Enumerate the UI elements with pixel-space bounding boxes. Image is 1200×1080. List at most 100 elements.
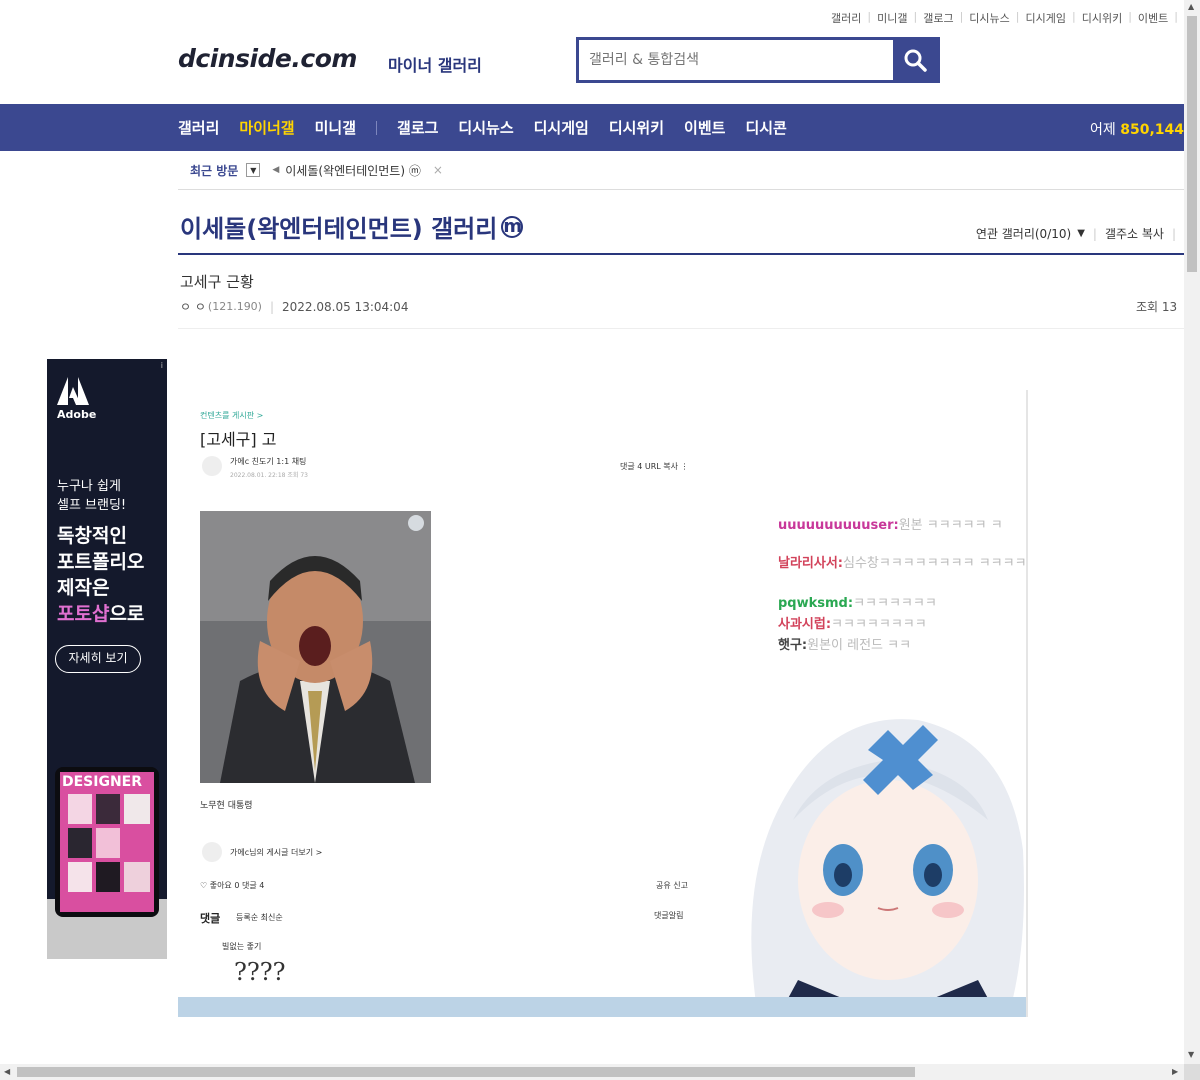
post-author[interactable]: ㅇ ㅇ — [180, 298, 206, 315]
ad-tagline-1: 누구나 쉽게 — [57, 479, 121, 494]
chat-message: ㅋㅋㅋㅋㅋㅋㅋㅋ — [831, 617, 927, 632]
util-link-news[interactable]: 디시뉴스 — [963, 10, 1015, 26]
post-date: 2022.08.05 13:04:04 — [282, 299, 409, 314]
vertical-scroll-thumb[interactable] — [1187, 16, 1197, 272]
recent-gallery-link[interactable]: 이세돌(왁엔터테인먼트) ⓜ — [285, 162, 421, 179]
site-subtitle[interactable]: 마이너 갤러리 — [388, 52, 482, 76]
avatar — [202, 456, 222, 476]
post-meta: ㅇ ㅇ (121.190) | 2022.08.05 13:04:04 — [180, 298, 408, 315]
utility-links: 갤러리 | 미니갤 | 갤로그 | 디시뉴스 | 디시게임 | 디시위키 | 이벤트 | — [825, 10, 1178, 26]
post-header-divider — [178, 328, 1184, 329]
chat-message: ㅋㅋㅋㅋㅋㅋㅋ — [853, 596, 937, 611]
nav-item-mini-gallery[interactable]: 미니갤 — [315, 117, 356, 138]
ad-headline-rest: 으로 — [109, 603, 145, 625]
util-link-wiki[interactable]: 디시위키 — [1076, 10, 1128, 26]
gallery-title[interactable]: 이세돌(왁엔터테인먼트) 갤러리 m — [180, 209, 524, 244]
util-divider: | — [1174, 10, 1178, 23]
yesterday-count: 850,144 — [1120, 122, 1184, 138]
nav-item-dccon[interactable]: 디시콘 — [745, 117, 786, 138]
post-image[interactable]: 컨텐츠를 게시판 > [고세구] 고 가에c 친도기 1:1 채팅 2022.0… — [178, 390, 1028, 1017]
chat-name: 사과시럽: — [778, 617, 832, 632]
nav-divider — [376, 120, 378, 135]
recent-visits-bar: 최근 방문 ▼ ◀ 이세돌(왁엔터테인먼트) ⓜ × — [178, 151, 1184, 190]
ad-headline-3: 제작은 — [57, 577, 110, 599]
prev-arrow-icon[interactable]: ◀ — [272, 165, 279, 175]
ad-tagline-2: 셀프 브랜딩! — [57, 498, 127, 513]
gallery-title-text: 이세돌(왁엔터테인먼트) 갤러리 — [180, 215, 498, 243]
nav-item-minor-gallery[interactable]: 마이너갤 — [239, 117, 294, 138]
ad-details-button[interactable]: 자세히 보기 — [55, 645, 141, 673]
ad-headline-accent: 포토샵 — [57, 603, 110, 625]
man-shouting-image — [200, 511, 431, 783]
embedded-edge — [1026, 390, 1028, 1017]
embedded-comment-count: 댓글 4 URL 복사 ⋮ — [620, 462, 689, 471]
post-views: 조회 13 — [1136, 300, 1178, 314]
main-nav: 갤러리 마이너갤 미니갤 갤로그 디시뉴스 디시게임 디시위키 이벤트 디시콘 … — [0, 104, 1184, 151]
util-link-event[interactable]: 이벤트 — [1132, 10, 1174, 26]
side-advertisement[interactable]: i Adobe 누구나 쉽게 셀프 브랜딩! 독창적인 포트폴리오 제작은 포토… — [47, 359, 167, 959]
search-box — [576, 37, 940, 83]
chevron-down-icon[interactable]: ▼ — [1077, 228, 1085, 239]
embedded-likes: ♡ 좋아요 0 댓글 4 — [200, 881, 265, 890]
nav-item-gallog[interactable]: 갤로그 — [397, 117, 438, 138]
gallery-tools: 연관 갤러리(0/10) ▼ | 갤주소 복사 | — [976, 225, 1184, 242]
util-link-gallery[interactable]: 갤러리 — [825, 10, 867, 26]
scroll-up-icon[interactable]: ▲ — [1188, 2, 1194, 11]
copy-address-button[interactable]: 갤주소 복사 — [1105, 225, 1164, 242]
scroll-left-icon[interactable]: ◀ — [4, 1067, 10, 1076]
horizontal-scroll-thumb[interactable] — [17, 1067, 915, 1077]
recent-dropdown-icon[interactable]: ▼ — [246, 163, 261, 177]
ad-tagline: 누구나 쉽게 셀프 브랜딩! — [57, 477, 126, 515]
embedded-more-posts: 가에c님의 게시글 더보기 > — [230, 848, 323, 857]
util-link-gallog[interactable]: 갤로그 — [917, 10, 959, 26]
related-gallery-button[interactable]: 연관 갤러리(0/10) — [976, 225, 1071, 242]
scrollbar-corner — [1184, 1064, 1200, 1080]
nav-item-gallery[interactable]: 갤러리 — [178, 117, 219, 138]
tool-divider: | — [1171, 226, 1176, 241]
embedded-taskbar — [178, 997, 1028, 1017]
post-title: 고세구 근황 — [180, 273, 254, 291]
chat-name: 햇구: — [778, 638, 808, 653]
yesterday-visitors: 어제 850,144 — [1090, 119, 1184, 139]
chat-line: pqwksmd:ㅋㅋㅋㅋㅋㅋㅋ — [778, 592, 937, 611]
horizontal-scrollbar[interactable]: ◀ ▶ — [0, 1064, 1184, 1080]
avatar — [202, 842, 222, 862]
nav-item-event[interactable]: 이벤트 — [684, 117, 725, 138]
close-icon[interactable]: × — [433, 163, 443, 177]
scroll-down-icon[interactable]: ▼ — [1188, 1050, 1194, 1059]
chat-line: 날라리사서:심수창ㅋㅋㅋㅋㅋㅋㅋㅋ ㅋㅋㅋㅋㅋㅋㅋ — [778, 552, 1028, 571]
embedded-reply-toggle: 댓글알림 — [654, 911, 684, 920]
util-link-mini[interactable]: 미니갤 — [871, 10, 913, 26]
minor-gallery-icon: m — [501, 216, 524, 238]
embedded-reply-header: 댓글 — [200, 912, 221, 925]
yesterday-label: 어제 — [1090, 122, 1116, 138]
ad-brand: Adobe — [57, 408, 97, 421]
tool-divider: | — [1092, 226, 1097, 241]
nav-item-game[interactable]: 디시게임 — [534, 117, 589, 138]
ad-info-icon[interactable]: i — [161, 361, 163, 370]
embedded-reply-content: ???? — [234, 958, 286, 986]
chat-message: 원본이 레전드 ㅋㅋ — [807, 638, 912, 653]
ad-headline-2: 포트폴리오 — [57, 551, 145, 573]
nav-item-news[interactable]: 디시뉴스 — [458, 117, 513, 138]
chat-line: 사과시럽:ㅋㅋㅋㅋㅋㅋㅋㅋ — [778, 613, 927, 632]
util-link-game[interactable]: 디시게임 — [1020, 10, 1072, 26]
chat-name: uuuuuuuuuuser: — [778, 518, 899, 533]
adobe-logo-icon — [57, 377, 89, 405]
embedded-reply-options: 등록순 최신순 — [236, 913, 283, 922]
chat-message: 심수창ㅋㅋㅋㅋㅋㅋㅋㅋ ㅋㅋㅋㅋㅋㅋㅋ — [843, 556, 1028, 571]
embedded-photo — [200, 511, 431, 783]
search-button[interactable] — [893, 40, 937, 80]
ad-headline-4: 포토샵으로 — [57, 601, 144, 627]
ad-collage-image — [68, 794, 150, 892]
vertical-scrollbar[interactable]: ▲ ▼ — [1184, 0, 1200, 1064]
embedded-reply-nick: 빌없는 좋기 — [222, 942, 262, 951]
site-logo[interactable]: dcinside.com — [178, 44, 357, 73]
chat-line: 햇구:원본이 레전드 ㅋㅋ — [778, 634, 911, 653]
scroll-right-icon[interactable]: ▶ — [1172, 1067, 1178, 1076]
search-input[interactable] — [579, 40, 893, 80]
nav-item-wiki[interactable]: 디시위키 — [609, 117, 664, 138]
chat-name: 날라리사서: — [778, 556, 843, 571]
embedded-date: 2022.08.01. 22:18 조회 73 — [230, 472, 308, 479]
chat-name: pqwksmd: — [778, 596, 854, 611]
